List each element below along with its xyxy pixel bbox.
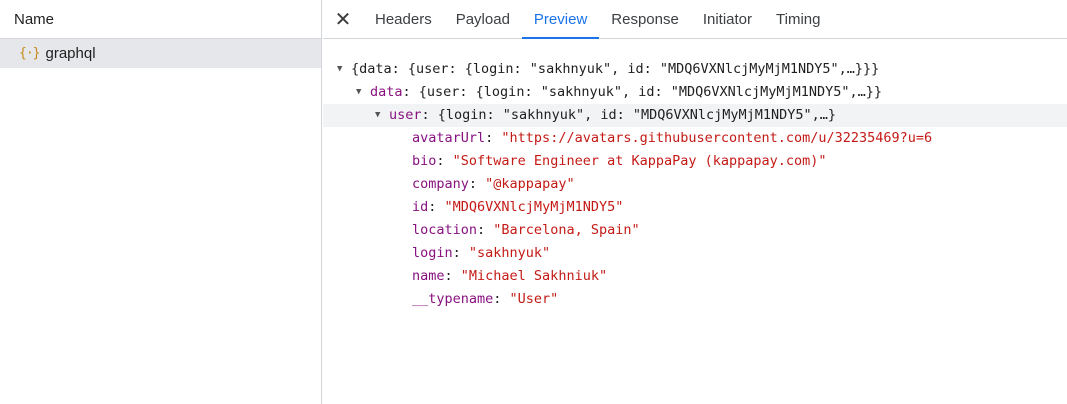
field-value: "https://avatars.githubusercontent.com/u… [501, 130, 933, 146]
field-key: id [412, 199, 429, 215]
expand-triangle-icon[interactable]: ▼ [375, 104, 389, 127]
tree-field[interactable]: bio: "Software Engineer at KappaPay (kap… [323, 150, 1067, 173]
data-summary: {user: {login: "sakhnyuk", id: "MDQ6VXNl… [418, 84, 883, 100]
expand-triangle-icon[interactable]: ▼ [356, 81, 370, 104]
tab-payload[interactable]: Payload [444, 0, 522, 38]
field-value: "@kappapay" [485, 176, 575, 192]
graphql-icon: {·} [19, 46, 41, 61]
user-summary: {login: "sakhnyuk", id: "MDQ6VXNlcjMyMjM… [437, 107, 837, 123]
root-summary: {data: {user: {login: "sakhnyuk", id: "M… [351, 61, 880, 77]
tree-field[interactable]: __typename: "User" [323, 288, 1067, 311]
field-value: "User" [509, 291, 559, 307]
field-value: "sakhnyuk" [468, 245, 551, 261]
tree-field[interactable]: company: "@kappapay" [323, 173, 1067, 196]
field-key: avatarUrl [412, 130, 486, 146]
field-value: "MDQ6VXNlcjMyMjM1NDY5" [444, 199, 624, 215]
field-key: __typename [412, 291, 494, 307]
details-panel: ✕ Headers Payload Preview Response Initi… [323, 0, 1067, 404]
field-value: "Michael Sakhniuk" [460, 268, 608, 284]
details-tabbar: ✕ Headers Payload Preview Response Initi… [323, 0, 1067, 39]
request-list-panel: Name {·} graphql [0, 0, 322, 404]
tree-key: user [389, 107, 422, 123]
tree-field[interactable]: name: "Michael Sakhniuk" [323, 265, 1067, 288]
tree-field[interactable]: id: "MDQ6VXNlcjMyMjM1NDY5" [323, 196, 1067, 219]
tab-preview[interactable]: Preview [521, 0, 600, 39]
field-key: login [412, 245, 453, 261]
field-value: "Software Engineer at KappaPay (kappapay… [452, 153, 827, 169]
tab-initiator[interactable]: Initiator [691, 0, 764, 38]
tab-timing[interactable]: Timing [764, 0, 832, 38]
tree-node-root[interactable]: ▼ {data: {user: {login: "sakhnyuk", id: … [323, 58, 1067, 81]
tab-response[interactable]: Response [599, 0, 691, 38]
field-value: "Barcelona, Spain" [493, 222, 640, 238]
name-column-header[interactable]: Name [0, 0, 321, 39]
close-icon[interactable]: ✕ [323, 0, 363, 38]
field-key: company [412, 176, 469, 192]
field-key: name [412, 268, 445, 284]
json-preview-tree: ▼ {data: {user: {login: "sakhnyuk", id: … [323, 39, 1067, 311]
tree-node-data[interactable]: ▼ data: {user: {login: "sakhnyuk", id: "… [323, 81, 1067, 104]
tree-field[interactable]: avatarUrl: "https://avatars.githubuserco… [323, 127, 1067, 150]
tab-headers[interactable]: Headers [363, 0, 444, 38]
field-key: location [412, 222, 478, 238]
tree-field[interactable]: login: "sakhnyuk" [323, 242, 1067, 265]
request-name: graphql [45, 45, 96, 62]
tree-node-user[interactable]: ▼ user: {login: "sakhnyuk", id: "MDQ6VXN… [323, 104, 1067, 127]
field-key: bio [412, 153, 437, 169]
expand-triangle-icon[interactable]: ▼ [337, 58, 351, 81]
request-row-graphql[interactable]: {·} graphql [0, 39, 321, 68]
tree-key: data [370, 84, 403, 100]
tree-field[interactable]: location: "Barcelona, Spain" [323, 219, 1067, 242]
